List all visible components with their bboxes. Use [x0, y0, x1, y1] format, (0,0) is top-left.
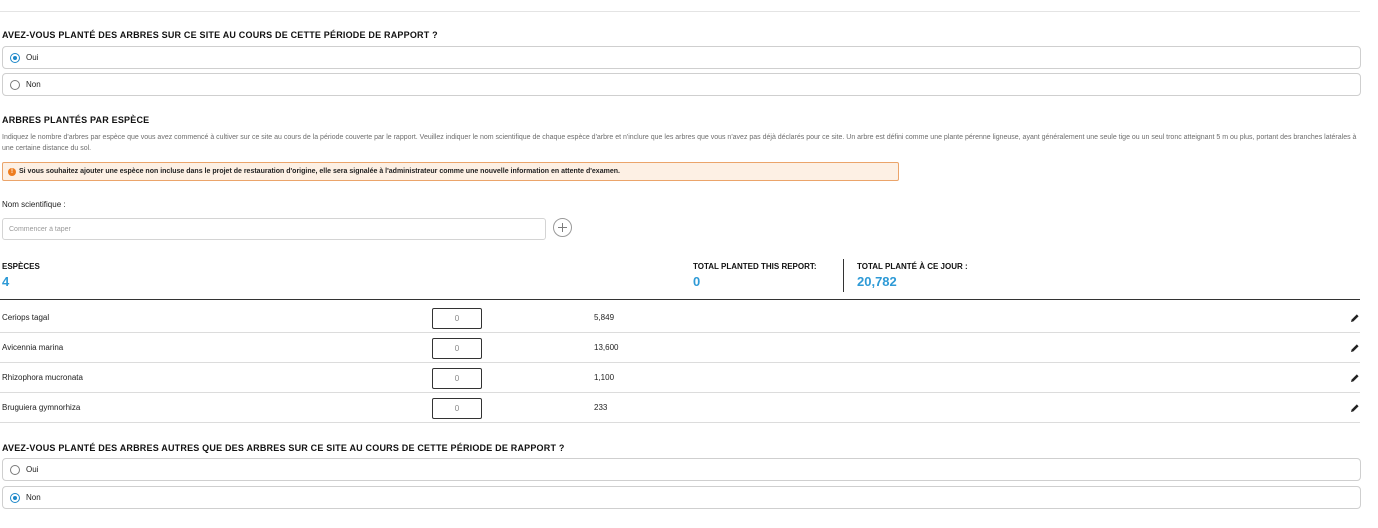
table-row: Rhizophora mucronata 1,100 [0, 363, 1360, 393]
notice-text: Si vous souhaitez ajouter une espèce non… [19, 168, 620, 175]
species-total: 5,849 [594, 313, 615, 322]
species-name: Rhizophora mucronata [2, 373, 83, 382]
species-section-description: Indiquez le nombre d'arbres par espèce q… [2, 134, 1357, 152]
question2-option-no[interactable]: Non [2, 486, 1361, 509]
pencil-icon[interactable] [1350, 313, 1360, 323]
radio-checked-icon[interactable] [10, 492, 20, 503]
top-divider [0, 11, 1360, 12]
table-row: Ceriops tagal 5,849 [0, 303, 1360, 333]
radio-label: Oui [26, 53, 39, 62]
question1-option-yes[interactable]: Oui [2, 46, 1361, 69]
species-name: Ceriops tagal [2, 313, 50, 322]
species-name: Avicennia marina [2, 343, 64, 352]
question1-option-no[interactable]: Non [2, 73, 1361, 96]
total-planted-report-value: 0 [693, 274, 701, 289]
scientific-name-input[interactable] [2, 218, 546, 240]
species-count-value: 4 [2, 274, 10, 289]
radio-label: Non [26, 493, 41, 502]
radio-label: Oui [26, 465, 39, 474]
pencil-icon[interactable] [1350, 403, 1360, 413]
radio-checked-icon[interactable] [10, 52, 20, 63]
plus-circle-icon [558, 223, 567, 232]
table-row: Avicennia marina 13,600 [0, 333, 1360, 363]
species-count-label: ESPÈCES [2, 262, 40, 271]
question1-title: AVEZ-VOUS PLANTÉ DES ARBRES SUR CE SITE … [2, 30, 438, 40]
pencil-icon[interactable] [1350, 373, 1360, 383]
question2-option-yes[interactable]: Oui [2, 458, 1361, 481]
question2-title: AVEZ-VOUS PLANTÉ DES ARBRES AUTRES QUE D… [2, 443, 565, 453]
pencil-icon[interactable] [1350, 343, 1360, 353]
total-planted-todate-value: 20,782 [857, 274, 897, 289]
species-total: 13,600 [594, 343, 619, 352]
table-row: Bruguiera gymnorhiza 233 [0, 393, 1360, 423]
warning-icon: ! [8, 167, 16, 176]
total-planted-report-label: TOTAL PLANTED THIS REPORT: [693, 262, 817, 271]
planted-count-input[interactable] [432, 368, 482, 389]
species-name: Bruguiera gymnorhiza [2, 403, 81, 412]
add-species-button[interactable] [553, 218, 572, 237]
species-section-title: ARBRES PLANTÉS PAR ESPÈCE [2, 115, 150, 125]
planted-count-input[interactable] [432, 338, 482, 359]
planted-count-input[interactable] [432, 308, 482, 329]
species-total: 233 [594, 403, 608, 412]
stats-separator [843, 259, 844, 292]
table-divider [0, 299, 1360, 300]
species-total: 1,100 [594, 373, 615, 382]
scientific-name-label: Nom scientifique : [2, 200, 66, 209]
radio-unchecked-icon[interactable] [10, 79, 20, 90]
radio-unchecked-icon[interactable] [10, 464, 20, 475]
planted-count-input[interactable] [432, 398, 482, 419]
notice-banner: ! Si vous souhaitez ajouter une espèce n… [2, 162, 899, 181]
radio-label: Non [26, 80, 41, 89]
total-planted-todate-label: TOTAL PLANTÉ À CE JOUR : [857, 262, 968, 271]
